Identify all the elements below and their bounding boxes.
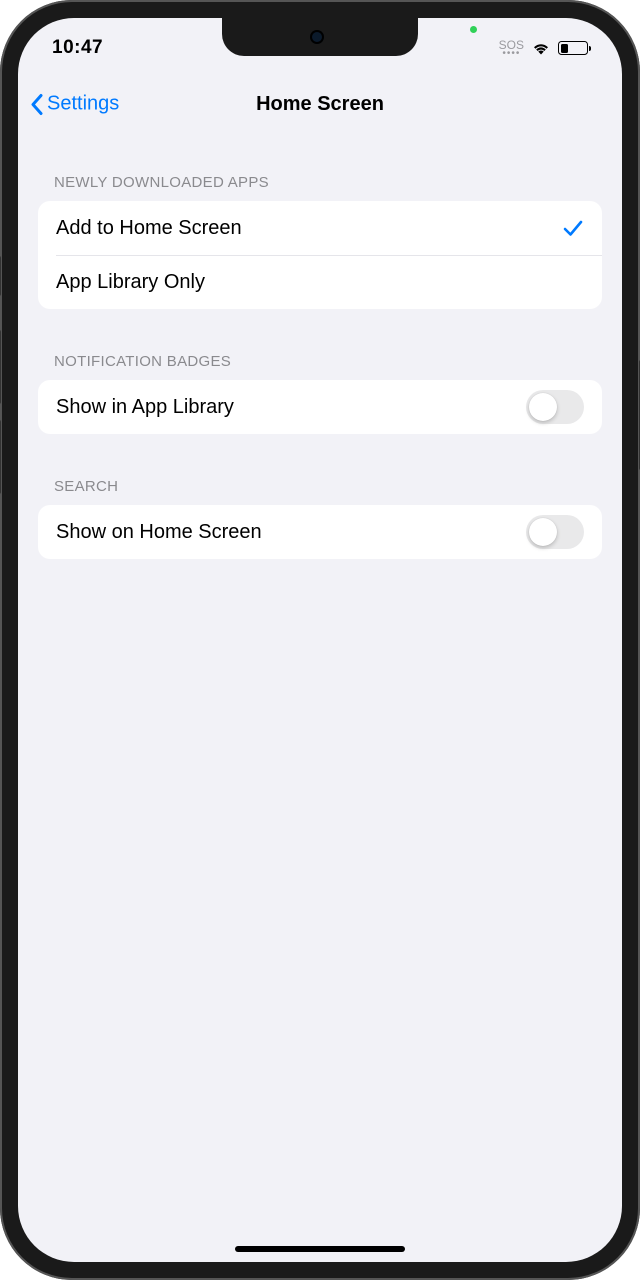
sos-indicator: SOS •••• — [499, 39, 524, 57]
row-label: Show in App Library — [56, 396, 234, 419]
section-header-search: SEARCH — [38, 478, 602, 505]
toggle-show-in-app-library[interactable] — [526, 390, 584, 424]
nav-bar: Settings Home Screen — [18, 78, 622, 130]
screen: 10:47 SOS •••• Settings — [18, 18, 622, 1262]
wifi-icon — [531, 41, 551, 56]
group-notification-badges: Show in App Library — [38, 380, 602, 434]
group-search: Show on Home Screen — [38, 505, 602, 559]
option-app-library-only[interactable]: App Library Only — [38, 255, 602, 309]
battery-icon — [558, 41, 588, 55]
option-label: App Library Only — [56, 271, 205, 294]
status-time: 10:47 — [52, 37, 103, 59]
notch — [222, 18, 418, 56]
section-header-notification-badges: NOTIFICATION BADGES — [38, 353, 602, 380]
back-label: Settings — [47, 93, 119, 116]
checkmark-icon — [562, 217, 584, 239]
toggle-show-on-home-screen[interactable] — [526, 515, 584, 549]
row-show-on-home-screen: Show on Home Screen — [38, 505, 602, 559]
back-button[interactable]: Settings — [30, 93, 119, 116]
row-label: Show on Home Screen — [56, 521, 262, 544]
phone-frame: 10:47 SOS •••• Settings — [0, 0, 640, 1280]
section-header-newly-downloaded: NEWLY DOWNLOADED APPS — [38, 174, 602, 201]
group-newly-downloaded: Add to Home Screen App Library Only — [38, 201, 602, 309]
content: NEWLY DOWNLOADED APPS Add to Home Screen… — [18, 130, 622, 559]
phone-volume-down — [0, 420, 1, 494]
option-add-to-home-screen[interactable]: Add to Home Screen — [38, 201, 602, 255]
phone-volume-up — [0, 330, 1, 404]
page-title: Home Screen — [256, 93, 384, 116]
row-show-in-app-library: Show in App Library — [38, 380, 602, 434]
chevron-left-icon — [30, 93, 44, 115]
home-indicator[interactable] — [235, 1246, 405, 1252]
status-right: SOS •••• — [499, 39, 588, 57]
phone-mute-switch — [0, 256, 1, 296]
option-label: Add to Home Screen — [56, 217, 242, 240]
privacy-indicator-dot — [470, 26, 477, 33]
